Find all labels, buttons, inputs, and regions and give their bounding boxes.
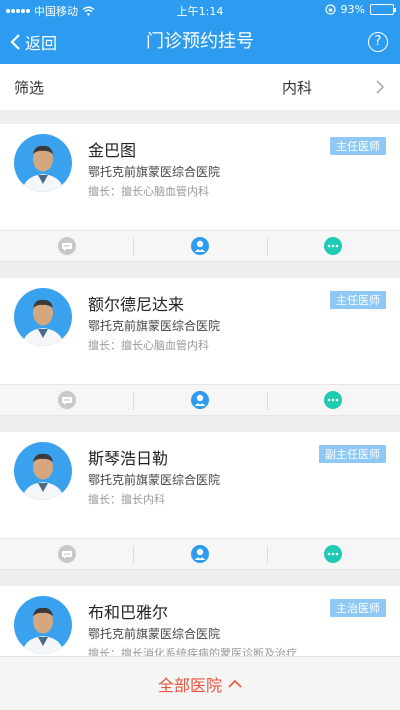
chat-button[interactable] <box>0 231 133 261</box>
doctor-name: 斯琴浩日勒 <box>88 449 169 468</box>
card-actions <box>0 538 400 570</box>
avatar <box>14 596 72 654</box>
avatar <box>14 134 72 192</box>
doctor-profile-button[interactable] <box>133 231 266 261</box>
doctor-profile-button[interactable] <box>133 385 266 415</box>
doctor-card[interactable]: 斯琴浩日勒 副主任医师 鄂托克前旗蒙医综合医院 擅长：擅长内科 <box>0 432 400 570</box>
avatar <box>14 442 72 500</box>
doctor-card[interactable]: 金巴图 主任医师 鄂托克前旗蒙医综合医院 擅长：擅长心脑血管内科 <box>0 124 400 262</box>
filter-label: 筛选 <box>14 78 45 97</box>
more-icon <box>324 237 343 255</box>
doctor-name: 金巴图 <box>88 141 137 160</box>
doctor-avatar-icon <box>190 237 209 255</box>
chevron-right-icon <box>376 80 384 94</box>
battery-percent: 93% <box>340 3 365 16</box>
help-icon[interactable]: ? <box>368 32 388 52</box>
page-title: 门诊预约挂号 <box>146 31 254 52</box>
card-actions <box>0 384 400 416</box>
more-button[interactable] <box>266 231 400 261</box>
chat-icon <box>57 391 76 409</box>
hospital-name: 鄂托克前旗蒙医综合医院 <box>88 627 221 641</box>
more-icon <box>324 545 343 563</box>
all-hospitals-label: 全部医院 <box>157 675 222 695</box>
chat-button[interactable] <box>0 539 133 569</box>
more-button[interactable] <box>266 385 400 415</box>
doctor-name: 布和巴雅尔 <box>88 603 169 622</box>
all-hospitals-button[interactable]: 全部医院 <box>0 656 400 710</box>
doctor-name: 额尔德尼达来 <box>88 295 185 314</box>
title-badge: 主治医师 <box>330 599 386 617</box>
chat-icon <box>57 237 76 255</box>
title-badge: 副主任医师 <box>319 445 386 463</box>
chat-button[interactable] <box>0 385 133 415</box>
hospital-name: 鄂托克前旗蒙医综合医院 <box>88 165 221 179</box>
card-actions <box>0 230 400 262</box>
orientation-lock-icon <box>324 4 336 15</box>
doctor-avatar-icon <box>190 391 209 409</box>
battery-icon <box>370 4 396 15</box>
title-badge: 主任医师 <box>330 291 386 309</box>
doctor-specialty: 擅长：擅长心脑血管内科 <box>88 339 209 352</box>
chat-icon <box>57 545 76 563</box>
doctor-profile-button[interactable] <box>133 539 266 569</box>
doctor-specialty: 擅长：擅长内科 <box>88 493 165 506</box>
doctor-card[interactable]: 额尔德尼达来 主任医师 鄂托克前旗蒙医综合医院 擅长：擅长心脑血管内科 <box>0 278 400 416</box>
more-icon <box>324 391 343 409</box>
status-bar: 中国移动 上午1:14 93% <box>0 0 400 20</box>
hospital-name: 鄂托克前旗蒙医综合医院 <box>88 473 221 487</box>
filter-value: 内科 <box>281 78 312 97</box>
chevron-up-icon <box>228 679 242 688</box>
more-button[interactable] <box>266 539 400 569</box>
avatar <box>14 288 72 346</box>
filter-row[interactable]: 筛选 内科 <box>0 64 400 110</box>
nav-bar: 返回 门诊预约挂号 ? <box>0 20 400 64</box>
title-badge: 主任医师 <box>330 137 386 155</box>
doctor-avatar-icon <box>190 545 209 563</box>
app-header: 中国移动 上午1:14 93% 返回 门诊预约挂号 ? <box>0 0 400 64</box>
doctor-specialty: 擅长：擅长心脑血管内科 <box>88 185 209 198</box>
hospital-name: 鄂托克前旗蒙医综合医院 <box>88 319 221 333</box>
